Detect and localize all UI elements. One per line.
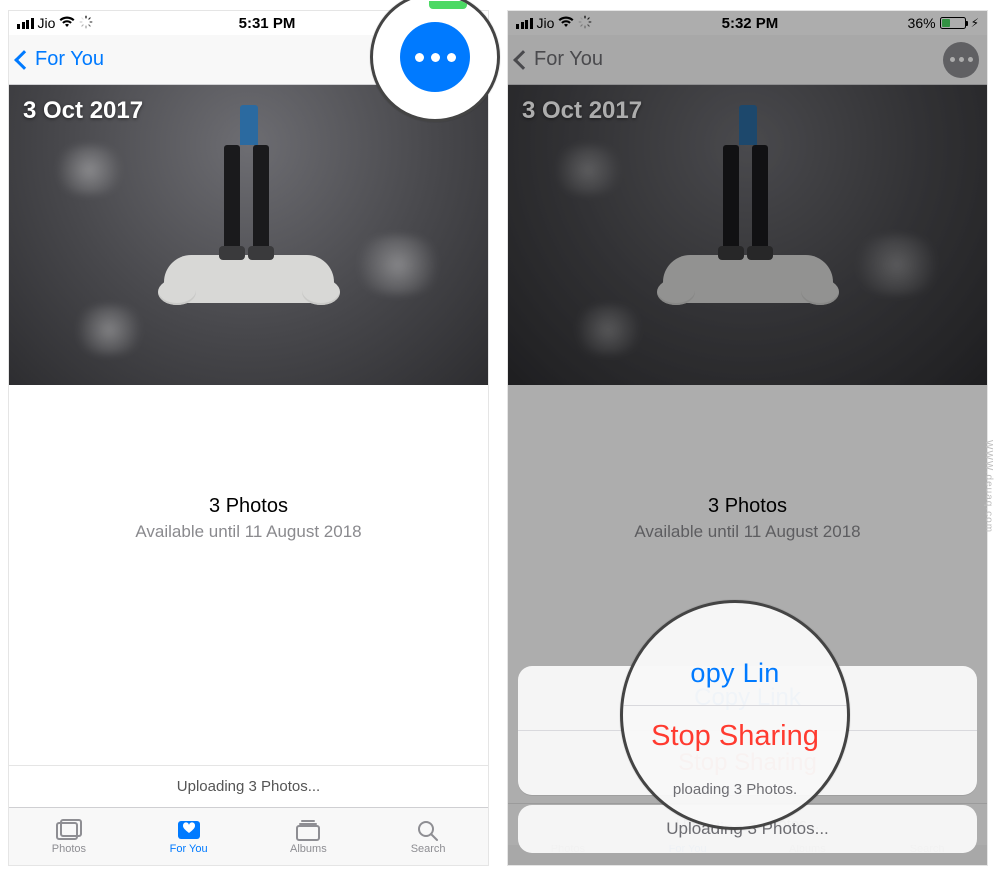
search-icon <box>415 819 441 841</box>
back-label: For You <box>35 48 104 71</box>
loading-spinner-icon <box>79 15 93 32</box>
watermark: WWW.deuaq.com <box>983 440 994 533</box>
expiry-label: Available until 11 August 2018 <box>9 522 488 542</box>
clock: 5:32 PM <box>592 15 907 32</box>
battery-icon <box>940 17 966 29</box>
charging-icon: ⚡︎ <box>971 16 979 30</box>
photos-icon <box>56 819 82 841</box>
photo-date: 3 Oct 2017 <box>522 97 642 125</box>
tab-for-you[interactable]: For You <box>129 808 249 865</box>
foryou-icon <box>176 819 202 841</box>
more-dots-icon <box>950 57 955 62</box>
share-summary: 3 Photos Available until 11 August 2018 <box>508 385 987 542</box>
callout-stop-sharing: opy Lin Stop Sharing ploading 3 Photos. <box>620 600 850 830</box>
loading-spinner-icon <box>578 15 592 32</box>
chevron-left-icon <box>513 50 533 70</box>
wifi-icon <box>558 15 574 31</box>
status-bar: Jio 5:32 PM 36% ⚡︎ <box>508 11 987 35</box>
hero-photo[interactable]: 3 Oct 2017 <box>9 85 488 385</box>
photo-count: 3 Photos <box>508 495 987 518</box>
tab-search[interactable]: Search <box>368 808 488 865</box>
signal-bars-icon <box>516 18 533 29</box>
tab-photos[interactable]: Photos <box>9 808 129 865</box>
carrier-name: Jio <box>38 15 56 31</box>
callout-uploading-partial: ploading 3 Photos. <box>673 781 797 798</box>
uploading-status: Uploading 3 Photos... <box>9 765 488 807</box>
battery-percent: 36% <box>908 15 936 31</box>
more-options-button-zoom <box>400 22 470 92</box>
back-button[interactable]: For You <box>17 48 104 71</box>
tab-bar: Photos For You Albums Search <box>9 807 488 865</box>
screenshot-left: Jio 5:31 PM ⚡︎ For You 3 Oct 2017 <box>8 10 489 866</box>
more-options-button[interactable] <box>943 42 979 78</box>
back-label: For You <box>534 48 603 71</box>
signal-bars-icon <box>17 18 34 29</box>
expiry-label: Available until 11 August 2018 <box>508 522 987 542</box>
photo-date: 3 Oct 2017 <box>23 97 143 125</box>
nav-bar: For You <box>508 35 987 85</box>
carrier-name: Jio <box>537 15 555 31</box>
albums-icon <box>295 819 321 841</box>
photo-count: 3 Photos <box>9 495 488 518</box>
share-summary: 3 Photos Available until 11 August 2018 <box>9 385 488 542</box>
callout-copy-link-partial: opy Lin <box>690 658 779 689</box>
tab-albums[interactable]: Albums <box>249 808 369 865</box>
back-button[interactable]: For You <box>516 48 603 71</box>
wifi-icon <box>59 15 75 31</box>
callout-stop-sharing-label: Stop Sharing <box>651 720 819 753</box>
chevron-left-icon <box>14 50 34 70</box>
hero-photo: 3 Oct 2017 <box>508 85 987 385</box>
